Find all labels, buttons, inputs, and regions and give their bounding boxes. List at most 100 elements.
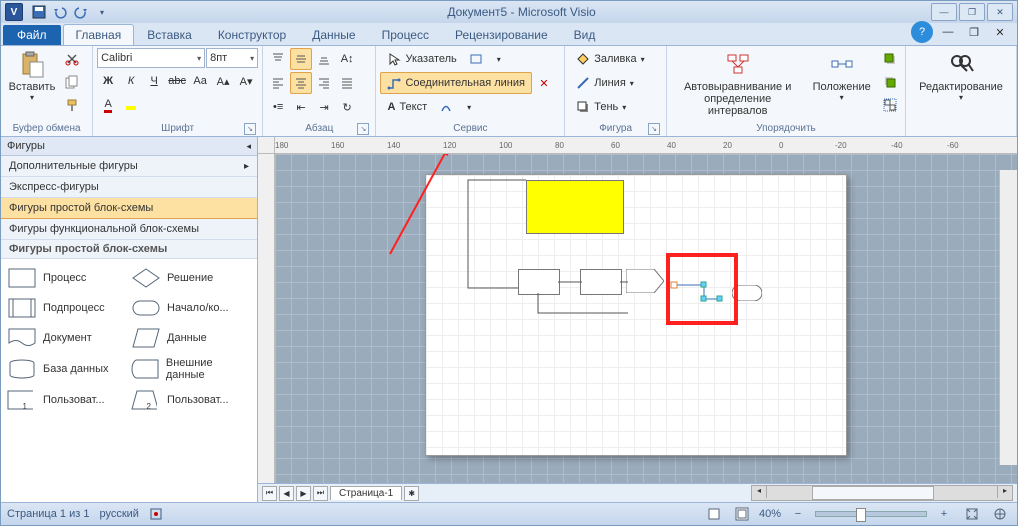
text-direction[interactable]: A↕ xyxy=(336,48,358,70)
shadow-button[interactable]: Тень▾ xyxy=(569,96,633,118)
ink-tool[interactable] xyxy=(435,96,457,118)
file-tab[interactable]: Файл xyxy=(3,25,61,45)
shape-box2[interactable] xyxy=(580,269,622,295)
shape-terminator[interactable]: Начало/ко... xyxy=(129,293,253,323)
scroll-v[interactable] xyxy=(999,170,1017,465)
shape-custom1[interactable]: 1Пользоват... xyxy=(5,385,129,415)
mdi-min[interactable]: — xyxy=(937,21,959,43)
align-center[interactable] xyxy=(290,72,312,94)
align-left[interactable] xyxy=(267,72,289,94)
bullets[interactable]: •≡ xyxy=(267,96,289,118)
font-name-combo[interactable]: Calibri▾ xyxy=(97,48,205,68)
shapes-header[interactable]: Фигуры◂ xyxy=(1,137,257,156)
text-tool[interactable]: AТекст xyxy=(380,96,434,118)
inc-indent[interactable]: ⇥ xyxy=(313,96,335,118)
pan-icon[interactable] xyxy=(989,503,1011,525)
position-button[interactable]: Положение ▾ xyxy=(806,48,877,105)
shape-dd[interactable]: ▾ xyxy=(488,48,510,70)
align-bottom[interactable] xyxy=(313,48,335,70)
basic-flowchart-cat[interactable]: Фигуры простой блок-схемы xyxy=(1,198,257,219)
page-first[interactable]: ⏮ xyxy=(262,486,277,501)
rotate-text[interactable]: ↻ xyxy=(336,96,358,118)
connector-tool[interactable]: Соединительная линия xyxy=(380,72,531,94)
shape-launcher[interactable]: ↘ xyxy=(648,123,660,135)
shape-box1[interactable] xyxy=(518,269,560,295)
view-normal[interactable] xyxy=(703,503,725,525)
shape-document[interactable]: Документ xyxy=(5,323,129,353)
para-launcher[interactable]: ↘ xyxy=(357,123,369,135)
quick-shapes[interactable]: Экспресс-фигуры xyxy=(1,177,257,198)
auto-align-button[interactable]: Автовыравнивание и определение интервало… xyxy=(671,48,804,120)
bold-button[interactable]: Ж xyxy=(97,70,119,92)
find-button[interactable]: Редактирование ▾ xyxy=(910,48,1012,105)
scroll-h[interactable]: ◂ ▸ xyxy=(751,485,1013,501)
shape-decision[interactable]: Решение xyxy=(129,263,253,293)
rectangle-tool[interactable] xyxy=(465,48,487,70)
zoom-value[interactable]: 40% xyxy=(759,508,781,520)
zoom-slider[interactable] xyxy=(815,511,927,517)
mdi-max[interactable]: ❐ xyxy=(963,21,985,43)
shape-extdata[interactable]: Внешние данные xyxy=(129,353,253,385)
bring-front[interactable] xyxy=(879,48,901,70)
case-button[interactable]: Aa xyxy=(189,70,211,92)
align-top[interactable] xyxy=(267,48,289,70)
tab-design[interactable]: Конструктор xyxy=(205,24,299,45)
page-add[interactable]: ✱ xyxy=(404,486,419,501)
status-lang[interactable]: русский xyxy=(99,508,138,520)
italic-button[interactable]: К xyxy=(120,70,142,92)
page-tab-1[interactable]: Страница-1 xyxy=(330,486,402,500)
highlight-button[interactable] xyxy=(120,94,142,116)
delete-conn[interactable]: ✕ xyxy=(533,72,555,94)
font-size-combo[interactable]: 8пт▾ xyxy=(206,48,258,68)
page-last[interactable]: ⏭ xyxy=(313,486,328,501)
tab-review[interactable]: Рецензирование xyxy=(442,24,561,45)
align-middle[interactable] xyxy=(290,48,312,70)
drawing-canvas[interactable] xyxy=(275,154,1017,483)
paste-button[interactable]: Вставить ▾ xyxy=(5,48,59,105)
format-painter[interactable] xyxy=(61,94,83,116)
font-color[interactable]: A xyxy=(97,94,119,116)
copy-button[interactable] xyxy=(61,71,83,93)
tab-home[interactable]: Главная xyxy=(63,24,135,45)
page-next[interactable]: ▶ xyxy=(296,486,311,501)
macro-rec-icon[interactable] xyxy=(149,507,163,521)
font-launcher[interactable]: ↘ xyxy=(244,123,256,135)
zoom-out[interactable]: − xyxy=(787,503,809,525)
underline-button[interactable]: Ч xyxy=(143,70,165,92)
shape-data[interactable]: Данные xyxy=(129,323,253,353)
tab-data[interactable]: Данные xyxy=(299,24,368,45)
functional-flowchart-cat[interactable]: Фигуры функциональной блок-схемы xyxy=(1,219,257,240)
dec-indent[interactable]: ⇤ xyxy=(290,96,312,118)
ink-dd[interactable]: ▾ xyxy=(458,96,480,118)
align-right[interactable] xyxy=(313,72,335,94)
align-justify[interactable] xyxy=(336,72,358,94)
mdi-close[interactable]: ✕ xyxy=(989,21,1011,43)
shape-custom2[interactable]: 2Пользоват... xyxy=(129,385,253,415)
zoom-in[interactable]: + xyxy=(933,503,955,525)
strike-button[interactable]: abc xyxy=(166,70,188,92)
drawing-page[interactable] xyxy=(425,174,847,456)
line-button[interactable]: Линия▾ xyxy=(569,72,641,94)
shape-database[interactable]: База данных xyxy=(5,353,129,385)
shape-tag[interactable] xyxy=(626,269,664,293)
qat-save[interactable] xyxy=(29,2,49,22)
pointer-tool[interactable]: Указатель xyxy=(380,48,463,70)
tab-insert[interactable]: Вставка xyxy=(134,24,205,45)
qat-undo[interactable] xyxy=(50,2,70,22)
group-shapes[interactable] xyxy=(879,94,901,116)
qat-customize[interactable]: ▾ xyxy=(92,2,112,22)
qat-redo[interactable] xyxy=(71,2,91,22)
shrink-font[interactable]: A▾ xyxy=(235,70,257,92)
help-button[interactable]: ? xyxy=(911,21,933,43)
fill-button[interactable]: Заливка▾ xyxy=(569,48,651,70)
send-back[interactable] xyxy=(879,71,901,93)
more-shapes[interactable]: Дополнительные фигуры▸ xyxy=(1,156,257,177)
shape-process[interactable]: Процесс xyxy=(5,263,129,293)
cut-button[interactable] xyxy=(61,48,83,70)
grow-font[interactable]: A▴ xyxy=(212,70,234,92)
page-prev[interactable]: ◀ xyxy=(279,486,294,501)
view-full[interactable] xyxy=(731,503,753,525)
fit-window[interactable] xyxy=(961,503,983,525)
tab-process[interactable]: Процесс xyxy=(369,24,442,45)
shape-subprocess[interactable]: Подпроцесс xyxy=(5,293,129,323)
